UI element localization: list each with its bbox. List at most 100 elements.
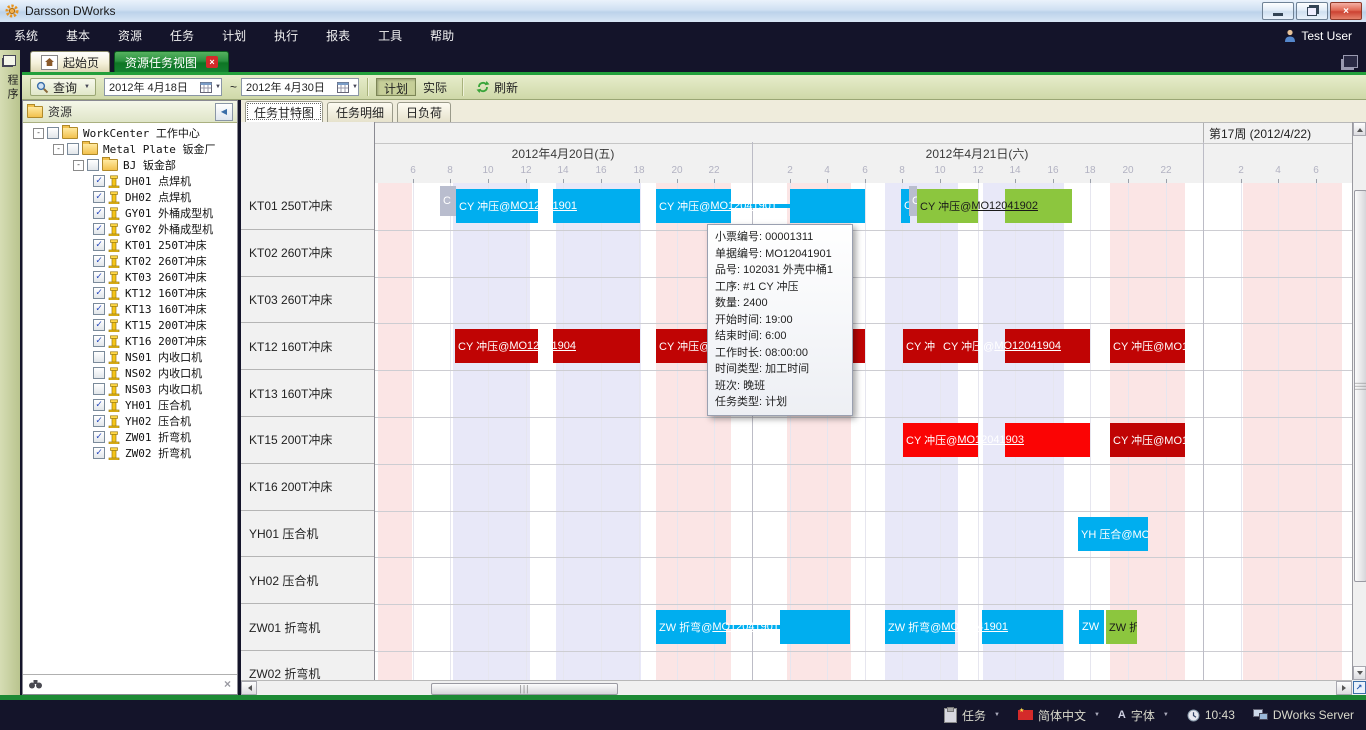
menu-item-工具[interactable]: 工具 [364,22,416,50]
actual-toggle-button[interactable]: 实际 [416,78,454,96]
gantt-tab-任务明细[interactable]: 任务明细 [327,102,393,122]
tree-checkbox[interactable]: ✓ [93,271,105,283]
menu-item-帮助[interactable]: 帮助 [416,22,468,50]
chevron-down-icon[interactable]: ▼ [994,712,1000,718]
date-from-field[interactable]: 2012年 4月18日 ▼ [104,78,222,96]
task-bar[interactable]: CY 冲压@MO12041902 [917,189,1072,223]
tree-checkbox[interactable] [47,127,59,139]
scroll-right-button[interactable] [1336,681,1352,695]
tree-expander-icon[interactable]: - [53,144,64,155]
task-bar[interactable]: C [440,186,456,216]
tree-node[interactable]: -BJ 钣金部 [23,157,237,173]
collapsed-program-panel[interactable]: 程序 [0,50,22,695]
horizontal-scrollbar[interactable]: ||| [241,680,1352,695]
tree-checkbox[interactable]: ✓ [93,335,105,347]
tree-checkbox[interactable] [93,351,105,363]
tree-checkbox[interactable]: ✓ [93,399,105,411]
menu-item-基本[interactable]: 基本 [52,22,104,50]
task-bar[interactable]: ZW 折弯@MO12041901 [656,610,850,644]
tree-checkbox[interactable] [93,367,105,379]
task-bar[interactable]: CY 冲压@MO12041903 [903,423,1090,457]
scroll-down-button[interactable] [1353,666,1366,680]
chevron-down-icon[interactable]: ▼ [1094,712,1100,718]
tab-resource-task-view[interactable]: 资源任务视图 × [114,51,229,72]
tree-node[interactable]: ✓KT16 200T冲床 [23,333,237,349]
tree-node[interactable]: ✓GY02 外桶成型机 [23,221,237,237]
tree-node[interactable]: NS01 内收口机 [23,349,237,365]
tree-checkbox[interactable]: ✓ [93,191,105,203]
task-bar[interactable]: YH 压合@MO1 [1078,517,1148,551]
tree-node[interactable]: ✓KT03 260T冲床 [23,269,237,285]
task-bar[interactable]: CY 冲压@MO12041904 [455,329,640,363]
plan-toggle-button[interactable]: 计划 [376,78,416,96]
menu-item-系统[interactable]: 系统 [0,22,52,50]
date-to-field[interactable]: 2012年 4月30日 ▼ [241,78,359,96]
tree-checkbox[interactable] [67,143,79,155]
tree-checkbox[interactable]: ✓ [93,303,105,315]
minimize-button[interactable] [1262,2,1294,20]
menu-item-执行[interactable]: 执行 [260,22,312,50]
tree-checkbox[interactable]: ✓ [93,239,105,251]
tree-node[interactable]: ✓KT15 200T冲床 [23,317,237,333]
tree-node[interactable]: ✓DH01 点焊机 [23,173,237,189]
tree-node[interactable]: -Metal Plate 钣金厂 [23,141,237,157]
tree-checkbox[interactable]: ✓ [93,447,105,459]
task-bar[interactable]: ZW 折弯@MO12041901 [885,610,1063,644]
chevron-down-icon[interactable]: ▼ [1163,712,1169,718]
window-list-icon[interactable] [1343,55,1358,68]
task-bar[interactable]: CY 冲压@MO1 [1110,329,1185,363]
panel-collapse-button[interactable]: ◀ [215,103,233,121]
menu-item-报表[interactable]: 报表 [312,22,364,50]
tree-checkbox[interactable]: ✓ [93,207,105,219]
task-bar[interactable]: CY 冲 [903,329,940,363]
scroll-left-button[interactable] [241,681,257,695]
task-bar[interactable]: ZW [1079,610,1104,644]
scroll-up-button[interactable] [1353,122,1366,136]
tree-node[interactable]: ✓GY01 外桶成型机 [23,205,237,221]
tree-node[interactable]: ✓ZW01 折弯机 [23,429,237,445]
query-dropdown-icon[interactable]: ▼ [84,84,90,90]
tree-node[interactable]: NS03 内收口机 [23,381,237,397]
menu-item-资源[interactable]: 资源 [104,22,156,50]
search-clear-icon[interactable]: × [224,677,231,691]
date-to-dropdown-icon[interactable]: ▼ [352,84,358,90]
tree-node[interactable]: ✓KT13 160T冲床 [23,301,237,317]
tree-node[interactable]: ✓DH02 点焊机 [23,189,237,205]
tree-checkbox[interactable]: ✓ [93,415,105,427]
task-bar[interactable]: C [909,186,917,216]
status-item-字体[interactable]: A字体▼ [1118,707,1169,724]
tree-checkbox[interactable]: ✓ [93,431,105,443]
status-item-简体中文[interactable]: 简体中文▼ [1018,707,1100,724]
vertical-scroll-thumb[interactable]: ────── [1354,190,1366,582]
restore-button[interactable] [1296,2,1328,20]
tree-checkbox[interactable]: ✓ [93,319,105,331]
tree-checkbox[interactable]: ✓ [93,223,105,235]
tree-node[interactable]: ✓ZW02 折弯机 [23,445,237,461]
tree-node[interactable]: ✓YH02 压合机 [23,413,237,429]
horizontal-scroll-thumb[interactable]: ||| [431,683,618,695]
gantt-tab-任务甘特图[interactable]: 任务甘特图 [245,101,323,122]
tree-checkbox[interactable]: ✓ [93,287,105,299]
tab-home[interactable]: 起始页 [30,51,110,72]
menu-item-计划[interactable]: 计划 [208,22,260,50]
tree-expander-icon[interactable]: - [33,128,44,139]
tab-close-icon[interactable]: × [206,56,218,68]
refresh-button[interactable]: 刷新 [471,78,523,97]
menu-item-任务[interactable]: 任务 [156,22,208,50]
tree-node[interactable]: -WorkCenter 工作中心 [23,125,237,141]
close-button[interactable]: × [1330,2,1362,20]
date-from-dropdown-icon[interactable]: ▼ [215,84,221,90]
status-item-任务[interactable]: 任务▼ [944,707,1000,724]
tree-node[interactable]: ✓KT12 160T冲床 [23,285,237,301]
task-bar[interactable]: CY 冲压@MO12041901 [456,189,640,223]
tree-checkbox[interactable]: ✓ [93,255,105,267]
tree-node[interactable]: ✓KT02 260T冲床 [23,253,237,269]
task-bar[interactable]: ZW 折 [1106,610,1137,644]
tree-node[interactable]: ✓YH01 压合机 [23,397,237,413]
task-bar[interactable]: CY 冲压@MO1 [1110,423,1185,457]
task-bar[interactable]: CY 冲压@MO12041904 [940,329,1090,363]
scroll-corner-jump-button[interactable]: ↗ [1352,680,1366,695]
tree-search-bar[interactable]: × [23,674,237,693]
vertical-scrollbar[interactable]: ────── [1352,122,1366,680]
query-button[interactable]: 查询 ▼ [30,78,96,96]
